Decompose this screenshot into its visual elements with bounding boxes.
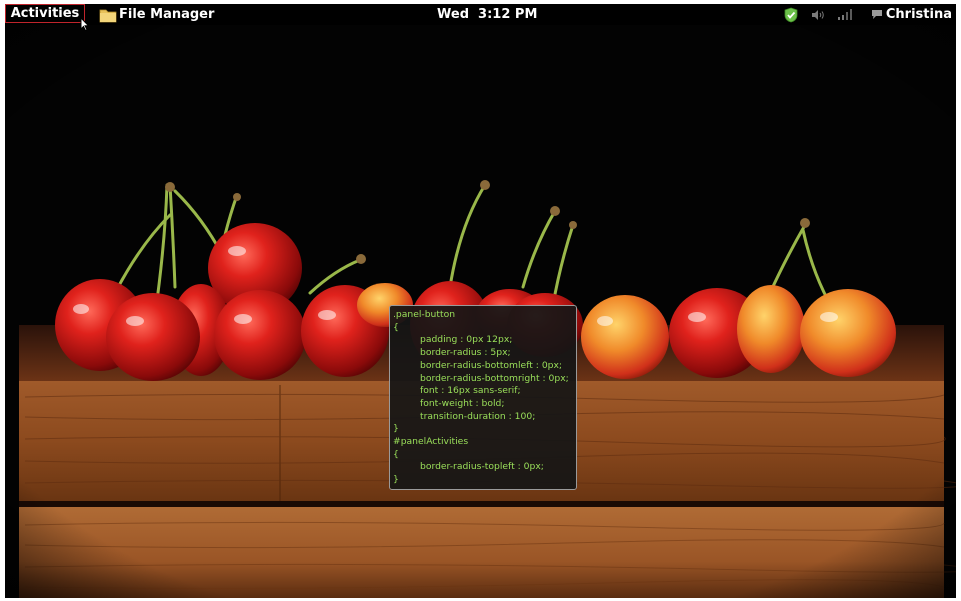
code-line: padding : 0px 12px;	[420, 334, 513, 346]
clock-label: Wed 3:12 PM	[437, 7, 538, 22]
code-line: #panelActivities	[393, 436, 469, 448]
css-code-popup: .panel-button{padding : 0px 12px; border-…	[389, 305, 577, 490]
top-panel: Activities File Manager Wed 3:12 PM Chri…	[5, 4, 956, 25]
activities-button[interactable]: Activities	[5, 4, 85, 23]
code-lines: .panel-button{padding : 0px 12px; border-…	[393, 309, 573, 487]
update-shield-icon[interactable]	[783, 7, 799, 23]
code-line: transition-duration : 100;	[420, 410, 536, 422]
code-line: .panel-button	[393, 309, 456, 320]
code-line: border-radius-bottomright : 0px;	[420, 372, 569, 384]
app-menu-label: File Manager	[119, 7, 215, 22]
code-line: }	[393, 474, 399, 486]
code-line: border-radius : 5px;	[420, 347, 511, 359]
mouse-pointer-icon	[80, 17, 90, 31]
network-signal-icon[interactable]	[837, 9, 853, 20]
desktop-screen: Activities File Manager Wed 3:12 PM Chri…	[5, 4, 956, 598]
code-line: {	[393, 448, 399, 460]
clock[interactable]: Wed 3:12 PM	[437, 4, 537, 25]
code-line: border-radius-bottomleft : 0px;	[420, 359, 563, 371]
code-line: }	[393, 423, 399, 435]
chat-bubble-icon	[871, 9, 883, 20]
status-area: Christina	[783, 4, 956, 25]
activities-label: Activities	[10, 6, 80, 21]
code-line: font : 16px sans-serif;	[420, 385, 521, 397]
code-line: border-radius-topleft : 0px;	[420, 461, 544, 473]
user-name: Christina	[885, 7, 952, 22]
app-menu-button[interactable]: File Manager	[99, 4, 214, 25]
volume-icon[interactable]	[811, 9, 825, 21]
user-menu-button[interactable]: Christina	[871, 7, 952, 22]
code-line: {	[393, 321, 399, 333]
folder-icon	[99, 7, 117, 23]
code-line: font-weight : bold;	[420, 397, 505, 409]
